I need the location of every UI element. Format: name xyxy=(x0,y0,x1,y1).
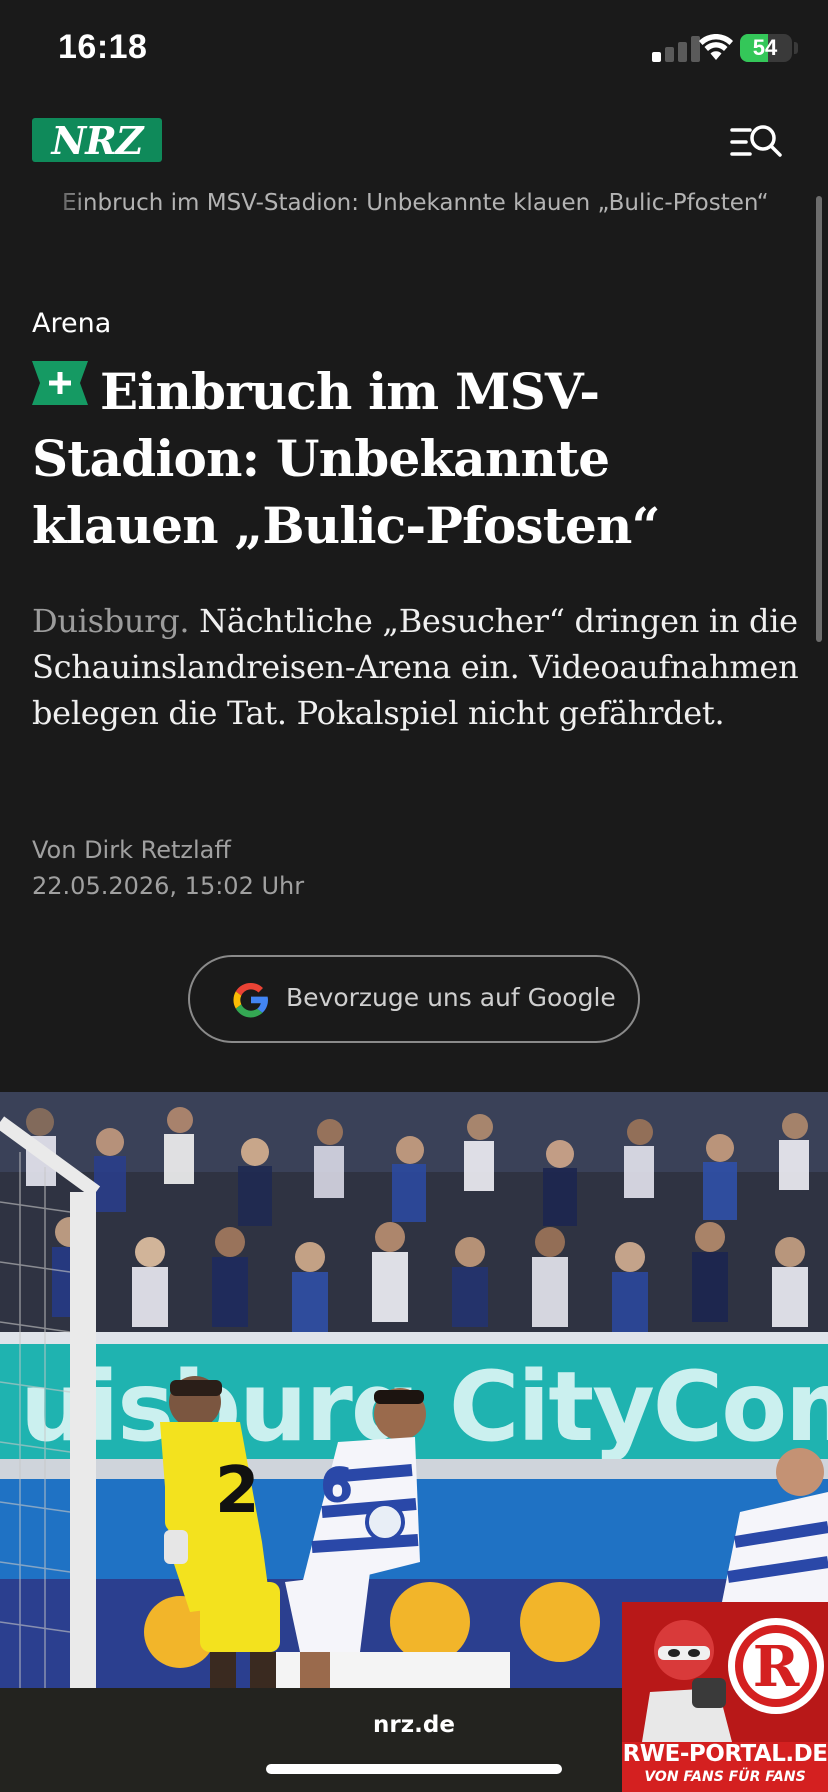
status-bar: 16:18 54 xyxy=(0,0,828,100)
article-dateline: Duisburg. xyxy=(32,602,190,640)
article-headline: Einbruch im MSV-Stadion: Unbekannte klau… xyxy=(32,358,802,559)
home-indicator[interactable] xyxy=(266,1764,562,1774)
striker-number: 6 xyxy=(320,1458,353,1514)
cellular-signal-icon xyxy=(652,36,704,62)
status-time: 16:18 xyxy=(58,28,148,66)
logo-text: NRZ xyxy=(51,118,143,163)
ad-subtitle: VON FANS FÜR FANS xyxy=(644,1769,806,1785)
battery-tip xyxy=(794,42,798,54)
article-date: 22.05.2026, 15:02 Uhr xyxy=(32,872,305,900)
keeper-number: 2 xyxy=(215,1454,260,1528)
ticker-text: Einbruch im MSV-Stadion: Unbekannte klau… xyxy=(62,190,769,216)
nrz-logo[interactable]: NRZ xyxy=(32,118,162,163)
battery-percent: 54 xyxy=(752,35,778,60)
ticker-fade xyxy=(0,186,90,226)
photo-scene: uisburg CityCom 2 xyxy=(0,1092,828,1688)
svg-text:R: R xyxy=(753,1634,800,1700)
browser-bottom-bar xyxy=(0,1688,622,1792)
article-category[interactable]: Arena xyxy=(32,308,111,339)
plus-icon xyxy=(32,361,88,405)
article-photo[interactable]: uisburg CityCom 2 xyxy=(0,1092,828,1688)
google-button-label: Bevorzuge uns auf Google xyxy=(286,983,616,1012)
headline-text: Einbruch im MSV-Stadion: Unbekannte klau… xyxy=(32,362,660,555)
prefer-on-google-button[interactable]: Bevorzuge uns auf Google xyxy=(188,955,640,1043)
article-author[interactable]: Von Dirk Retzlaff xyxy=(32,836,231,864)
browser-url[interactable]: nrz.de xyxy=(0,1712,828,1738)
google-icon xyxy=(233,982,268,1018)
scrollbar[interactable] xyxy=(816,196,822,642)
article-teaser: Duisburg. Nächtliche „Besucher“ dringen … xyxy=(32,598,802,736)
wifi-icon xyxy=(699,34,733,60)
ad-title: RWE-PORTAL.DE xyxy=(622,1741,828,1767)
headline-ticker[interactable]: Einbruch im MSV-Stadion: Unbekannte klau… xyxy=(0,186,810,226)
rwe-portal-ad[interactable]: R RWE-PORTAL.DE VON FANS FÜR FANS xyxy=(622,1602,828,1792)
menu-search-icon[interactable] xyxy=(726,118,786,166)
battery-icon: 54 xyxy=(740,34,792,62)
